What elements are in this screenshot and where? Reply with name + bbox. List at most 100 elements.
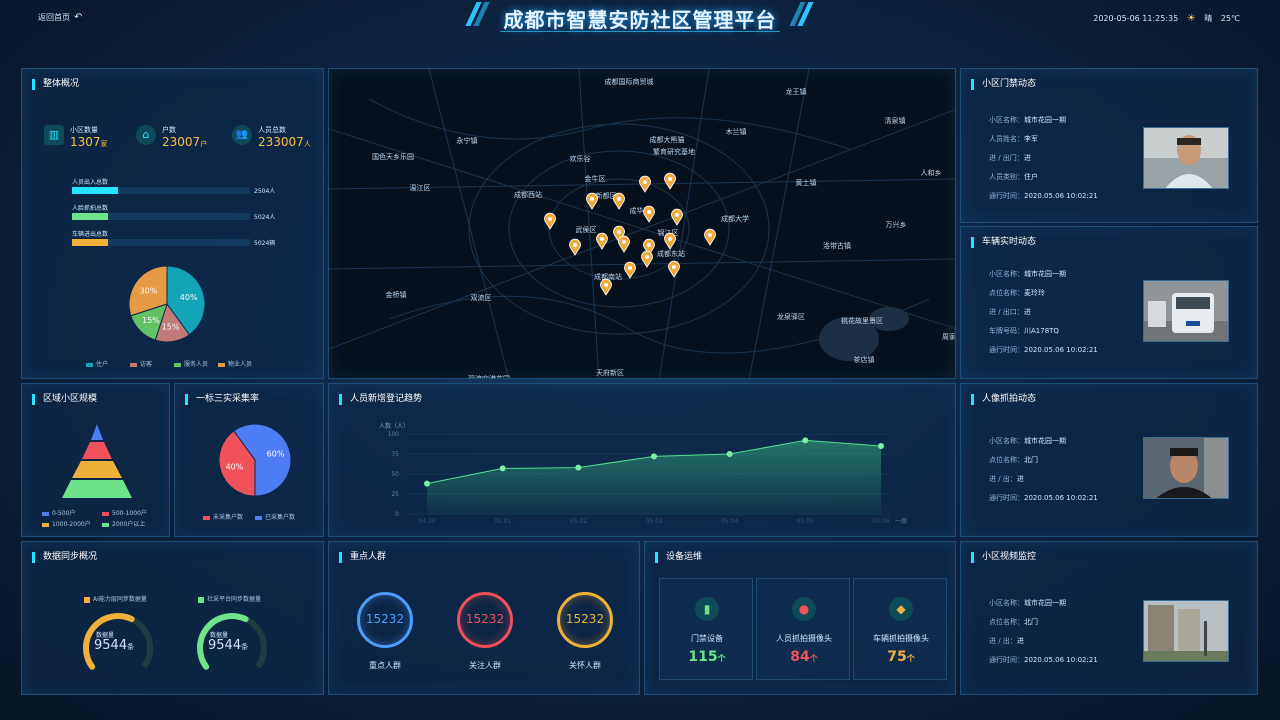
camera-pin[interactable] <box>639 175 651 193</box>
bar-value: 5024辆 <box>254 240 276 247</box>
key-panel: 重点人群 15232 重点人群 15232 关注人群 15232 关怀人群 <box>328 541 640 695</box>
info-value: 北门 <box>1024 456 1038 464</box>
legend-item: 2000户以上 <box>102 519 145 528</box>
trend-point[interactable] <box>424 480 430 487</box>
trend-point[interactable] <box>575 464 582 471</box>
stat-label: 小区数量 <box>70 126 98 134</box>
camera-pin[interactable] <box>569 238 581 256</box>
back-arrow-icon: ↶ <box>74 12 83 23</box>
device-label: 门禁设备 <box>691 634 723 643</box>
key-ring-value: 15232 <box>465 612 505 626</box>
camera-pin[interactable] <box>671 208 683 226</box>
legend-label: 0-500户 <box>52 510 76 517</box>
gauge-legend-label: AI能力层同步数据量 <box>93 596 147 603</box>
map-place-label: 欢乐谷 <box>570 154 591 163</box>
x-tick-label: 04.30 <box>418 518 435 525</box>
home-icon: ⌂ <box>136 125 156 145</box>
device-unit: 个 <box>809 654 818 663</box>
video-info: 小区名称：城市花园一期 点位名称：北门进 / 出：进 通行时间：2020.05.06… <box>989 594 1098 670</box>
panel-title: 重点人群 <box>339 552 386 563</box>
gauge-legend: AI能力层同步数据量 <box>84 594 147 603</box>
stat-value: 1307 <box>70 135 101 149</box>
device-label: 人员抓拍摄像头 <box>776 634 832 643</box>
camera-pin[interactable] <box>618 235 630 253</box>
camera-pin[interactable] <box>641 250 653 268</box>
page-title: 成都市智慧安防社区管理平台 <box>503 8 777 32</box>
device-card[interactable]: ◆ 车辆抓拍摄像头 75个 <box>853 578 947 680</box>
device-count: 115个 <box>688 649 726 665</box>
building-icon: ▥ <box>44 125 64 145</box>
info-value: 进 <box>1016 475 1024 483</box>
pyramid-tier-2 <box>82 442 112 459</box>
face-photo[interactable] <box>1143 437 1229 499</box>
legend-item: 访客 <box>130 359 152 368</box>
legend-label: 住户 <box>96 361 109 368</box>
camera-pin[interactable] <box>613 192 625 210</box>
device-panel: 设备运维 ▮ 门禁设备 115个 ● 人员抓拍摄像头 84个 ◆ 车辆抓拍摄像头 75个 <box>644 541 956 695</box>
camera-pin[interactable] <box>600 278 612 296</box>
video-snapshot[interactable] <box>1143 600 1229 662</box>
y-tick-label: 50 <box>391 471 399 478</box>
stat-label: 人员总数 <box>258 126 286 134</box>
bar-value: 5024人 <box>254 214 276 221</box>
trend-point[interactable] <box>726 451 733 457</box>
camera-pin[interactable] <box>643 205 655 223</box>
trend-point[interactable] <box>878 443 884 449</box>
map-place-label: 清泉镇 <box>885 116 906 125</box>
vehicle-photo[interactable] <box>1143 280 1229 342</box>
device-card[interactable]: ▮ 门禁设备 115个 <box>659 578 753 680</box>
datetime: 2020-05-06 11:25:35 <box>1093 14 1179 23</box>
camera-pin[interactable] <box>668 260 680 278</box>
device-count: 84个 <box>790 649 818 665</box>
camera-pin[interactable] <box>544 212 556 230</box>
key-ring-label: 关注人群 <box>469 661 501 670</box>
resident-photo[interactable] <box>1143 127 1229 189</box>
trend-panel: 人员新增登记趋势 人数（人） 100 75 50 25 0 04.30 05.01 05.02 0… <box>328 383 956 537</box>
collect-pie-chart: 40% 60% <box>218 423 292 497</box>
map-place-label: 武侯区 <box>576 225 597 234</box>
map-panel[interactable]: 成都国际商贸城 龙王镇 永宁镇 成都大熊猫 繁育研究基地 木兰镇 国色天乡乐园 欢乐谷 清泉镇金… <box>328 68 956 379</box>
map-place-label: 龙泉驿区 <box>777 312 805 321</box>
legend-label: 2000户以上 <box>112 521 146 528</box>
back-label: 返回首页 <box>38 13 70 22</box>
info-value: 城市花园一期 <box>1024 116 1066 124</box>
camera-pin[interactable] <box>664 232 676 250</box>
map-place-label: 繁育研究基地 <box>653 147 695 156</box>
info-value: 进 <box>1023 308 1031 316</box>
info-row: 小区名称：城市花园一期 <box>989 116 1066 124</box>
info-value: 进 <box>1023 154 1031 162</box>
info-value: 2020.05.06 10:02:21 <box>1024 192 1098 200</box>
info-row: 点位名称：北门 <box>989 618 1038 626</box>
gauge-value: 9544条 <box>94 638 135 653</box>
trend-point[interactable] <box>499 465 506 472</box>
info-row: 进 / 出：进 <box>989 475 1024 483</box>
map-place-label: 双流空港花园 <box>468 374 510 379</box>
info-value: 川A178TQ <box>1024 327 1059 335</box>
legend-label: 已采集户数 <box>265 514 296 521</box>
info-row: 通行时间：2020.05.06 10:02:21 <box>989 656 1098 664</box>
key-ring-label: 关怀人群 <box>569 661 601 670</box>
x-tick-label: 05.06 <box>872 518 889 525</box>
panel-title: 一标三实采集率 <box>185 394 259 405</box>
map-place-label: 成都东站 <box>657 249 685 258</box>
info-row: 通行时间：2020.05.06 10:02:21 <box>989 192 1098 200</box>
device-card[interactable]: ● 人员抓拍摄像头 84个 <box>756 578 850 680</box>
camera-pin[interactable] <box>664 172 676 190</box>
trend-point[interactable] <box>651 453 657 460</box>
city-map[interactable]: 成都国际商贸城龙王镇永宁镇 成都大熊猫繁育研究基地 木兰镇国色天乡乐园 欢乐谷 清泉镇金… <box>329 69 956 379</box>
stat-unit: 人 <box>303 140 311 148</box>
map-place-label: 天府新区 <box>596 368 624 377</box>
camera-pin[interactable] <box>704 228 716 246</box>
map-place-label: 金牛区 <box>585 174 606 183</box>
gauge-value: 9544条 <box>208 638 249 653</box>
camera-pin[interactable] <box>624 261 636 279</box>
map-place-label: 桃花故里景区 <box>841 316 883 325</box>
pie-label: 40% <box>180 293 198 302</box>
info-value: 进 <box>1016 637 1024 645</box>
vehicle-panel: 车辆实时动态 小区名称：城市花园一期 点位名称：麦玲玲进 / 出口：进 车牌号码：川… <box>960 226 1258 379</box>
trend-point[interactable] <box>802 437 809 444</box>
title-underline <box>500 31 780 32</box>
back-home-link[interactable]: 返回首页 ↶ <box>38 12 82 23</box>
map-place-label: 龙王镇 <box>786 87 807 96</box>
legend-label: 服务人员 <box>184 361 209 368</box>
